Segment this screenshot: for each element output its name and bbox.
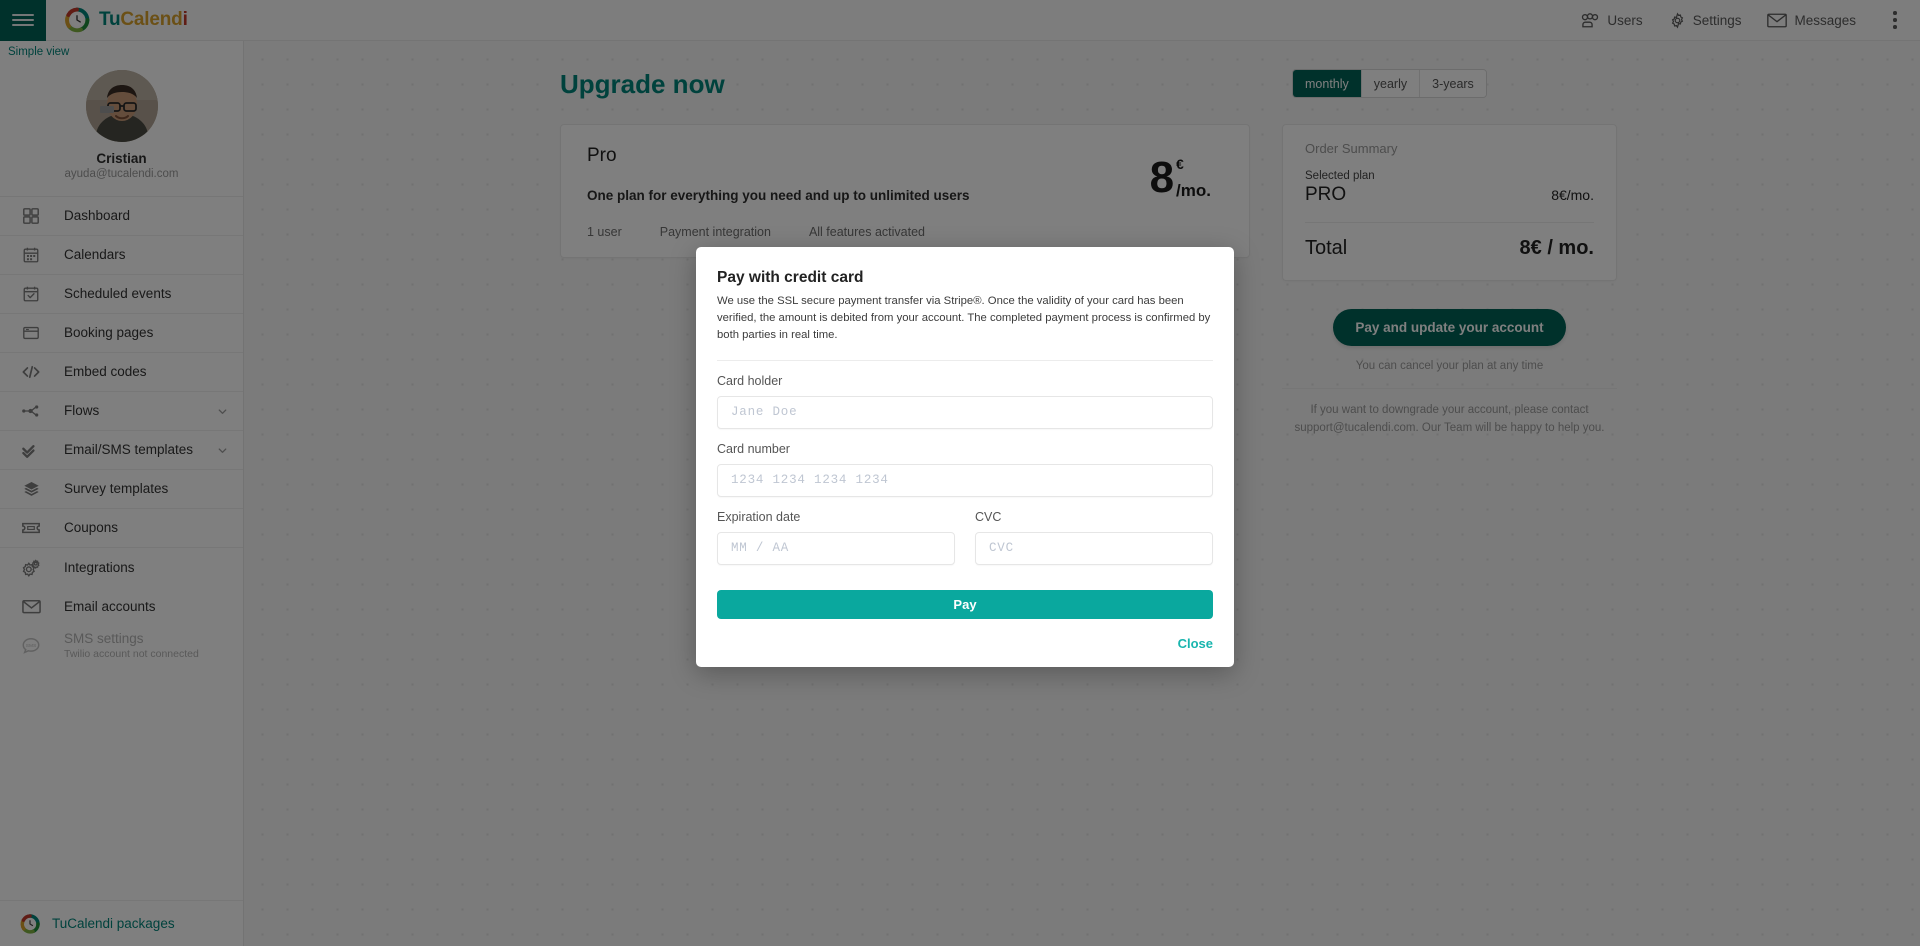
modal-footer: Close bbox=[717, 619, 1213, 667]
card-holder-input[interactable] bbox=[717, 395, 1213, 429]
card-number-input[interactable] bbox=[717, 463, 1213, 497]
modal-title: Pay with credit card bbox=[717, 269, 864, 286]
pay-button[interactable]: Pay bbox=[717, 589, 1213, 619]
close-link[interactable]: Close bbox=[1178, 636, 1213, 651]
card-number-field: Card number bbox=[717, 442, 1213, 497]
card-number-label: Card number bbox=[717, 441, 790, 456]
expiration-label: Expiration date bbox=[717, 509, 801, 524]
cvc-label: CVC bbox=[975, 509, 1002, 524]
cvc-input[interactable] bbox=[975, 531, 1213, 565]
card-holder-field: Card holder bbox=[717, 374, 1213, 429]
credit-card-modal: Pay with credit card We use the SSL secu… bbox=[696, 247, 1234, 667]
modal-description: We use the SSL secure payment transfer v… bbox=[717, 295, 1211, 341]
card-holder-label: Card holder bbox=[717, 373, 783, 388]
expiry-cvc-row: Expiration date CVC bbox=[717, 510, 1213, 565]
app-root: TuCalendi Users Settings bbox=[0, 0, 1920, 946]
expiration-field: Expiration date bbox=[717, 510, 955, 565]
cvc-field: CVC bbox=[975, 510, 1213, 565]
modal-divider bbox=[717, 359, 1213, 361]
expiration-input[interactable] bbox=[717, 531, 955, 565]
